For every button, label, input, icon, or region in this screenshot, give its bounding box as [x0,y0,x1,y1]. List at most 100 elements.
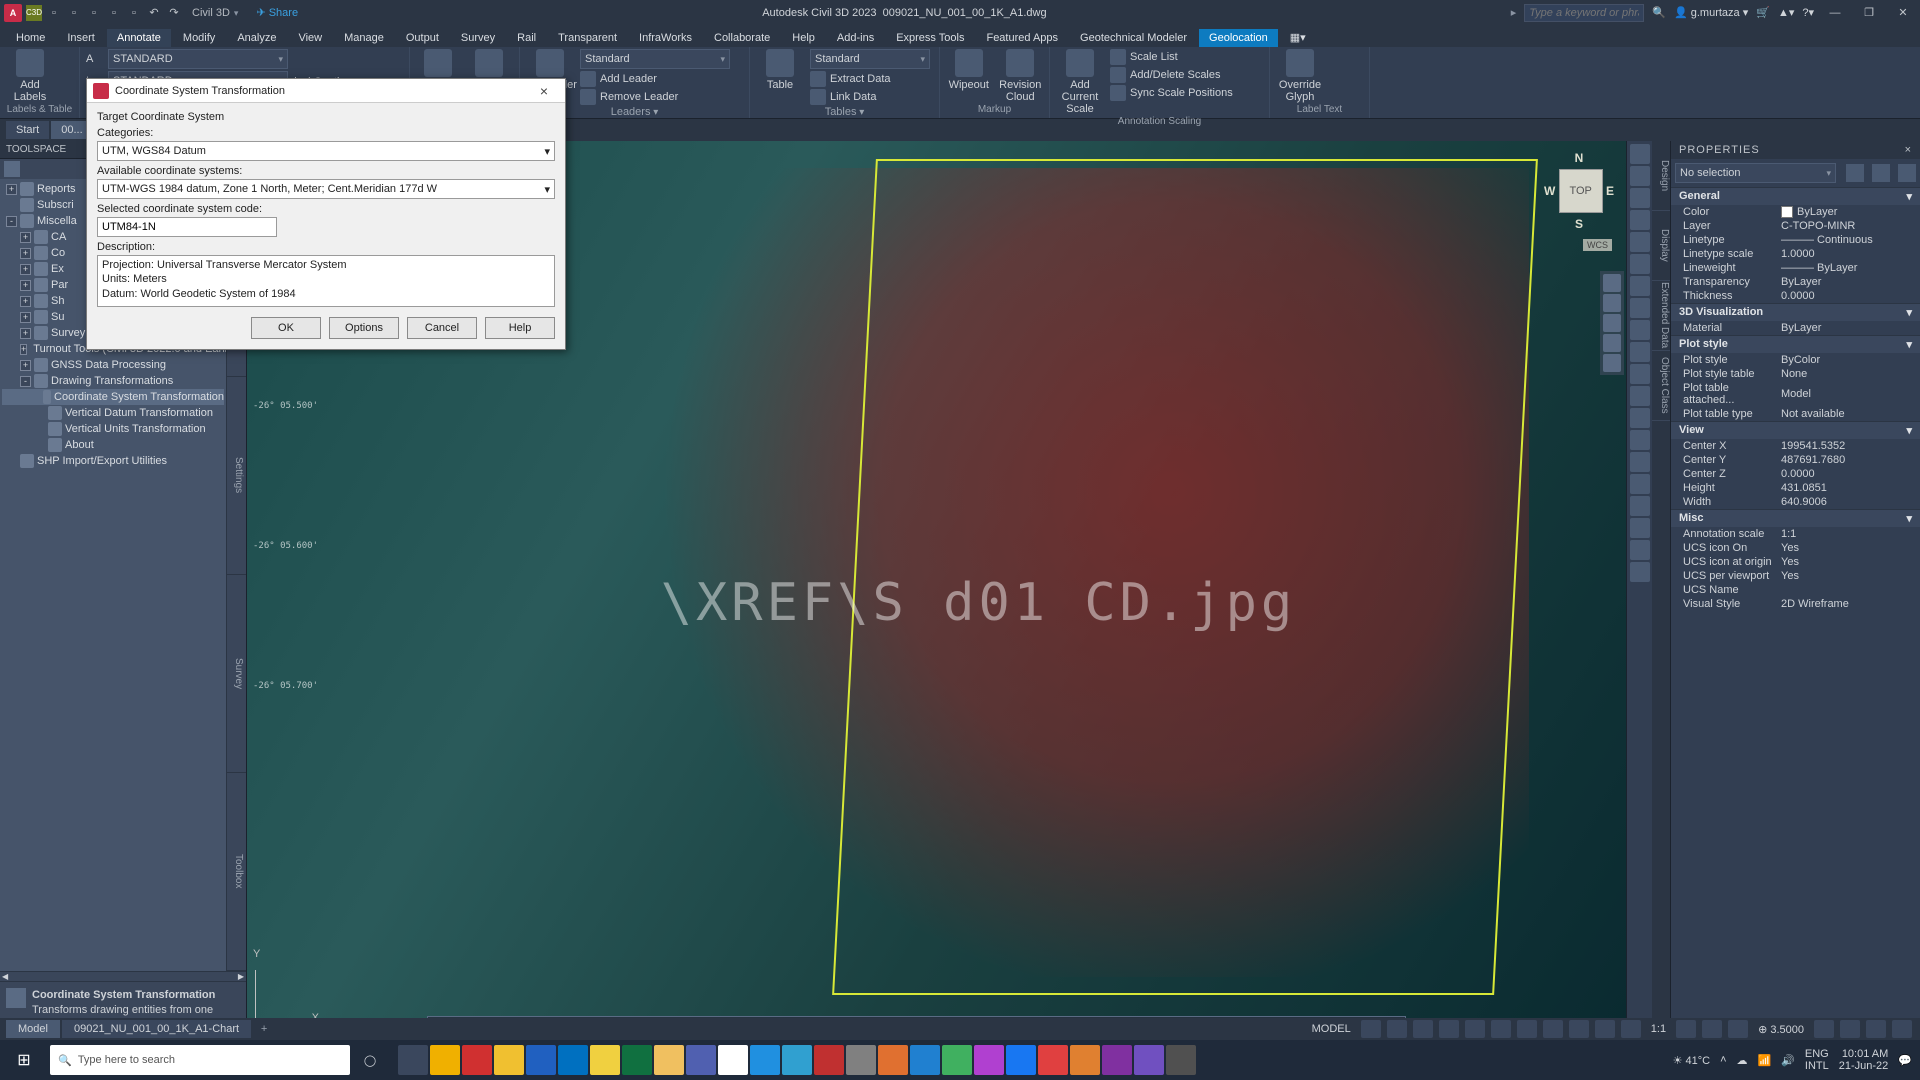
palette-tool-icon[interactable] [1630,496,1650,516]
expand-icon[interactable]: + [20,296,31,307]
palette-tool-icon[interactable] [1630,276,1650,296]
props-row[interactable]: UCS Name [1671,583,1920,597]
palette-tool-icon[interactable] [1630,474,1650,494]
tree-item[interactable]: About [2,437,224,453]
palette-tool-icon[interactable] [1630,386,1650,406]
add-delete-scales-button[interactable]: Add/Delete Scales [1110,67,1233,83]
props-value[interactable]: 1.0000 [1781,248,1920,260]
props-value[interactable] [1781,584,1920,596]
palette-tool-icon[interactable] [1630,298,1650,318]
sidetab-design[interactable]: Design [1652,141,1670,211]
taskbar-firefox-icon[interactable] [878,1045,908,1075]
props-row[interactable]: UCS per viewportYes [1671,569,1920,583]
available-combo[interactable]: UTM-WGS 1984 datum, Zone 1 North, Meter;… [97,179,555,199]
add-leader-button[interactable]: Add Leader [580,71,730,87]
props-value[interactable]: ByLayer [1781,276,1920,288]
tab-survey[interactable]: Survey [451,29,505,47]
props-row[interactable]: Plot styleByColor [1671,353,1920,367]
tab-insert[interactable]: Insert [57,29,105,47]
tray-chevron-icon[interactable]: ˄ [1720,1054,1726,1066]
status-hw-icon[interactable] [1840,1020,1860,1038]
taskbar-app-icon[interactable] [750,1045,780,1075]
props-value[interactable]: ——— Continuous [1781,234,1920,246]
tree-item[interactable]: Vertical Datum Transformation [2,405,224,421]
qat-redo-icon[interactable]: ↷ [166,5,182,21]
props-value[interactable]: Yes [1781,542,1920,554]
expand-icon[interactable]: + [20,328,31,339]
status-clean-icon[interactable] [1866,1020,1886,1038]
wcs-badge[interactable]: WCS [1583,239,1612,251]
props-row[interactable]: Center Z0.0000 [1671,467,1920,481]
taskbar-app-icon[interactable] [430,1045,460,1075]
wipeout-button[interactable]: Wipeout [946,49,992,91]
props-row[interactable]: Linetype scale1.0000 [1671,247,1920,261]
sidetab-objclass[interactable]: Object Class [1652,351,1670,421]
palette-tool-icon[interactable] [1630,232,1650,252]
table-style-combo[interactable]: Standard [810,49,930,69]
palette-tool-icon[interactable] [1630,188,1650,208]
tray-volume-icon[interactable]: 🔊 [1781,1054,1795,1067]
doc-tab-start[interactable]: Start [6,121,49,139]
add-layout-button[interactable]: + [253,1023,275,1035]
props-row[interactable]: Center Y487691.7680 [1671,453,1920,467]
props-value[interactable]: 487691.7680 [1781,454,1920,466]
palette-tool-icon[interactable] [1630,518,1650,538]
tree-item[interactable]: +GNSS Data Processing [2,357,224,373]
taskbar-app-icon[interactable] [1166,1045,1196,1075]
taskbar-app-icon[interactable] [590,1045,620,1075]
props-row[interactable]: LayerC-TOPO-MINR [1671,219,1920,233]
tab-geotech[interactable]: Geotechnical Modeler [1070,29,1197,47]
taskbar-app-icon[interactable] [1038,1045,1068,1075]
taskbar-app-icon[interactable] [462,1045,492,1075]
props-value[interactable]: 431.0851 [1781,482,1920,494]
palette-tool-icon[interactable] [1630,562,1650,582]
props-value[interactable]: ByLayer [1781,206,1920,218]
taskbar-app-icon[interactable] [846,1045,876,1075]
tab-addins[interactable]: Add-ins [827,29,884,47]
layout-tab-model[interactable]: Model [6,1020,60,1038]
status-otrack-icon[interactable] [1517,1020,1537,1038]
qat-plot-icon[interactable]: ▫ [126,5,142,21]
taskbar-facebook-icon[interactable] [1006,1045,1036,1075]
props-value[interactable]: 1:1 [1781,528,1920,540]
props-value[interactable]: C-TOPO-MINR [1781,220,1920,232]
tree-item[interactable]: Vertical Units Transformation [2,421,224,437]
tab-annotate[interactable]: Annotate [107,29,171,47]
side-tab-settings[interactable]: Settings [227,377,246,575]
status-custom-icon[interactable] [1892,1020,1912,1038]
nav-wheel-icon[interactable] [1603,274,1621,292]
title-caret-icon[interactable]: ▸ [1511,6,1517,19]
start-button[interactable]: ⊞ [0,1040,48,1080]
autodesk-icon[interactable]: ▲▾ [1778,6,1794,19]
sidetab-extended[interactable]: Extended Data [1652,281,1670,351]
toggle-pim-icon[interactable] [1898,164,1916,182]
minimize-button[interactable]: — [1822,4,1848,22]
properties-close-icon[interactable]: × [1905,144,1912,156]
expand-icon[interactable]: + [20,360,31,371]
expand-icon[interactable]: - [20,376,31,387]
dialog-close-button[interactable]: × [529,83,559,99]
tab-rail[interactable]: Rail [507,29,546,47]
taskbar-app-icon[interactable] [910,1045,940,1075]
props-value[interactable]: 2D Wireframe [1781,598,1920,610]
taskbar-app-icon[interactable] [718,1045,748,1075]
props-value[interactable]: Yes [1781,570,1920,582]
palette-tool-icon[interactable] [1630,320,1650,340]
qat-new-icon[interactable]: ▫ [46,5,62,21]
palette-tool-icon[interactable] [1630,452,1650,472]
tab-collaborate[interactable]: Collaborate [704,29,780,47]
cancel-button[interactable]: Cancel [407,317,477,339]
tab-manage[interactable]: Manage [334,29,394,47]
props-row[interactable]: Plot table typeNot available [1671,407,1920,421]
props-row[interactable]: TransparencyByLayer [1671,275,1920,289]
options-button[interactable]: Options [329,317,399,339]
props-value[interactable]: Model [1781,382,1920,406]
tab-help[interactable]: Help [782,29,825,47]
taskbar-word-icon[interactable] [526,1045,556,1075]
status-3dosnap-icon[interactable] [1491,1020,1511,1038]
props-row[interactable]: Plot table attached...Model [1671,381,1920,407]
status-transparency-icon[interactable] [1595,1020,1615,1038]
props-section-header[interactable]: Misc▾ [1671,509,1920,527]
taskbar-app-icon[interactable] [398,1045,428,1075]
sidetab-display[interactable]: Display [1652,211,1670,281]
